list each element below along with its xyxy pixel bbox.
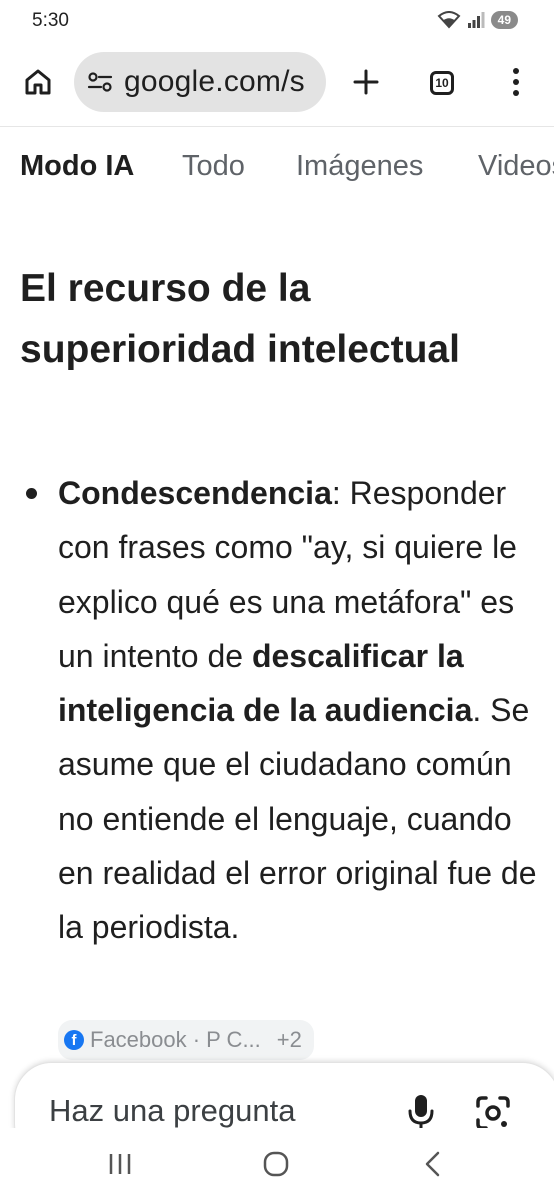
url-text[interactable]: google.com/s — [124, 65, 305, 99]
tab-todo[interactable]: Todo — [182, 150, 245, 183]
bullet-term: Condescendencia — [58, 475, 332, 511]
recents-icon — [109, 1154, 131, 1174]
tab-switcher-button[interactable]: 10 — [426, 67, 458, 99]
lens-camera-icon — [476, 1096, 510, 1130]
lens-button[interactable] — [473, 1093, 513, 1133]
toolbar-divider — [0, 126, 554, 127]
plus-icon — [353, 69, 379, 95]
back-chevron-icon — [425, 1151, 440, 1177]
search-mode-tabs: Modo IA Todo Imágenes Videos — [0, 140, 554, 194]
tab-videos[interactable]: Videos — [478, 150, 554, 183]
tabs-icon: 10 — [430, 71, 454, 95]
bullet-text-end: . Se asume que el ciudadano común no ent… — [58, 692, 537, 946]
source-chip[interactable]: f Facebook · P C... +2 — [58, 1020, 314, 1060]
site-settings-icon — [87, 72, 113, 92]
system-home-button[interactable] — [262, 1150, 290, 1178]
status-bar: 5:30 49 — [0, 0, 554, 44]
microphone-icon — [408, 1095, 434, 1131]
ai-answer: El recurso de la superioridad intelectua… — [20, 258, 550, 1060]
bullet-list: Condescendencia: Responder con frases co… — [20, 466, 550, 955]
facebook-icon: f — [64, 1030, 84, 1050]
back-button[interactable] — [418, 1150, 446, 1178]
tab-imagenes[interactable]: Imágenes — [296, 150, 423, 183]
status-time: 5:30 — [32, 10, 69, 31]
system-navigation-bar — [0, 1128, 554, 1200]
browser-toolbar: google.com/s 10 — [0, 50, 554, 114]
list-item: Condescendencia: Responder con frases co… — [20, 466, 550, 955]
home-button[interactable] — [20, 64, 56, 100]
source-more-count: +2 — [276, 1027, 302, 1052]
new-tab-button[interactable] — [348, 64, 384, 100]
rounded-square-home-icon — [263, 1151, 289, 1177]
more-vert-icon[interactable] — [502, 64, 530, 100]
wifi-icon — [437, 11, 461, 29]
recents-button[interactable] — [106, 1150, 134, 1178]
status-icons: 49 — [437, 11, 518, 29]
tab-modo-ia[interactable]: Modo IA — [20, 150, 134, 183]
voice-search-button[interactable] — [403, 1091, 439, 1133]
home-icon — [25, 69, 51, 95]
source-label: Facebook · P C... — [90, 1027, 261, 1052]
signal-icon — [467, 12, 485, 28]
ask-input[interactable]: Haz una pregunta — [49, 1093, 295, 1129]
bullet-dot — [26, 488, 37, 499]
url-bar[interactable]: google.com/s — [74, 52, 326, 112]
tab-count: 10 — [435, 76, 449, 90]
section-heading: El recurso de la superioridad intelectua… — [20, 267, 460, 371]
site-settings-button[interactable] — [86, 68, 114, 96]
battery-icon: 49 — [490, 11, 518, 29]
